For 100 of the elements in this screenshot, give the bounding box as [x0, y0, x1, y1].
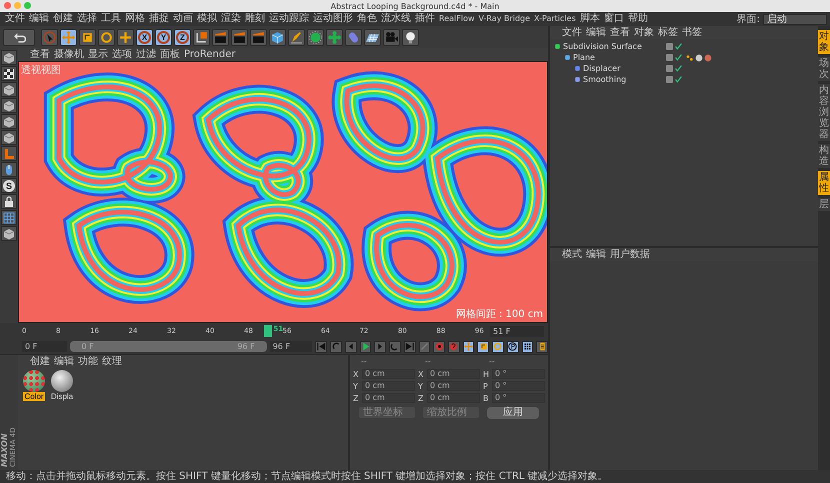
tool-button[interactable]: [1, 66, 17, 81]
object-row[interactable]: Smoothing: [550, 74, 818, 85]
menu-item[interactable]: 脚本: [578, 13, 602, 25]
object-row[interactable]: Plane: [550, 52, 818, 63]
coordinate-field[interactable]: 0 °: [492, 393, 545, 403]
menu-item[interactable]: 工具: [99, 13, 123, 25]
playback-button[interactable]: [477, 340, 490, 352]
side-tab[interactable]: 构造: [818, 144, 830, 168]
side-tab[interactable]: 层: [818, 198, 830, 211]
menu-item[interactable]: 查看: [28, 48, 52, 60]
menu-item[interactable]: 雕刻: [243, 13, 267, 25]
tool-button[interactable]: [212, 28, 229, 46]
menu-item[interactable]: 角色: [355, 13, 379, 25]
menu-item[interactable]: 编辑: [584, 248, 608, 260]
tool-button[interactable]: [250, 28, 267, 46]
tool-button[interactable]: [1, 130, 17, 145]
coordinate-field[interactable]: 0 °: [492, 381, 545, 391]
coordinate-field[interactable]: 0 cm: [362, 393, 415, 403]
layout-dropdown[interactable]: 启动: [763, 14, 827, 24]
current-frame-field[interactable]: 51 F: [490, 326, 544, 336]
playback-button[interactable]: [536, 340, 548, 352]
menu-item[interactable]: 编辑: [27, 13, 51, 25]
checkmark-icon[interactable]: [675, 76, 682, 83]
menu-item[interactable]: 查看: [608, 26, 632, 38]
object-row[interactable]: Displacer: [550, 63, 818, 74]
menu-item[interactable]: 书签: [680, 26, 704, 38]
menu-item[interactable]: 摄像机: [52, 48, 86, 60]
checkmark-icon[interactable]: [675, 43, 682, 50]
menu-item[interactable]: 帮助: [626, 13, 650, 25]
menu-item[interactable]: 功能: [76, 356, 100, 368]
menu-item[interactable]: 面板: [158, 48, 182, 60]
menu-item[interactable]: 纹理: [100, 356, 124, 368]
coordinate-field[interactable]: 0 cm: [427, 381, 480, 391]
playback-button[interactable]: [506, 340, 519, 352]
side-tab[interactable]: 场次: [818, 57, 830, 81]
tool-button[interactable]: [402, 28, 419, 46]
menu-item[interactable]: 编辑: [584, 26, 608, 38]
axis-button[interactable]: Z: [174, 28, 191, 46]
axis-button[interactable]: X: [136, 28, 153, 46]
tool-button[interactable]: [1, 194, 17, 209]
tool-button[interactable]: [193, 28, 210, 46]
menu-item[interactable]: RealFlow: [437, 13, 477, 25]
tool-button[interactable]: [1, 82, 17, 97]
tool-button[interactable]: [288, 28, 305, 46]
coordinate-field[interactable]: 0 cm: [362, 369, 415, 379]
menu-item[interactable]: 窗口: [602, 13, 626, 25]
coordinate-field[interactable]: 0 cm: [427, 369, 480, 379]
checkmark-icon[interactable]: [675, 54, 682, 61]
tool-button[interactable]: [117, 28, 134, 46]
menu-item[interactable]: 文件: [3, 13, 27, 25]
menu-item[interactable]: 运动图形: [311, 13, 355, 25]
playback-button[interactable]: [492, 340, 504, 352]
menu-item[interactable]: 捕捉: [147, 13, 171, 25]
menu-item[interactable]: 渲染: [219, 13, 243, 25]
end-frame-field[interactable]: 96 F: [270, 341, 312, 352]
menu-item[interactable]: 对象: [632, 26, 656, 38]
playback-button[interactable]: [433, 340, 445, 352]
menu-item[interactable]: 编辑: [52, 356, 76, 368]
menu-item[interactable]: 网格: [123, 13, 147, 25]
menu-item[interactable]: 选择: [75, 13, 99, 25]
object-row[interactable]: Subdivision Surface: [550, 41, 818, 52]
menu-item[interactable]: 运动跟踪: [267, 13, 311, 25]
menu-item[interactable]: V-Ray Bridge: [476, 13, 532, 25]
playback-button[interactable]: [522, 340, 534, 352]
menu-item[interactable]: 过滤: [134, 48, 158, 60]
playback-button[interactable]: [360, 340, 372, 352]
menu-item[interactable]: 插件: [413, 13, 437, 25]
tool-button[interactable]: [364, 28, 381, 46]
tool-button[interactable]: [231, 28, 248, 46]
axis-button[interactable]: Y: [155, 28, 172, 46]
side-tab[interactable]: 对象: [818, 30, 830, 54]
menu-item[interactable]: 流水线: [379, 13, 413, 25]
menu-item[interactable]: 标签: [656, 26, 680, 38]
menu-item[interactable]: 创建: [28, 356, 52, 368]
apply-button[interactable]: 应用: [487, 407, 539, 419]
tool-button[interactable]: [1, 114, 17, 129]
menu-item[interactable]: 选项: [110, 48, 134, 60]
menu-item[interactable]: ProRender: [182, 48, 238, 60]
playback-button[interactable]: [462, 340, 474, 352]
coordinate-field[interactable]: 0 cm: [427, 393, 480, 403]
checkmark-icon[interactable]: [675, 65, 682, 72]
tool-button[interactable]: [1, 226, 17, 241]
tool-button[interactable]: [98, 28, 115, 46]
menu-item[interactable]: 模式: [560, 248, 584, 260]
menu-item[interactable]: 创建: [51, 13, 75, 25]
menu-item[interactable]: 模拟: [195, 13, 219, 25]
coordinate-field[interactable]: 0 cm: [362, 381, 415, 391]
coordinate-field[interactable]: 0 °: [492, 369, 545, 379]
tool-button[interactable]: [3, 28, 35, 46]
tool-button[interactable]: [60, 28, 77, 46]
tool-button[interactable]: [1, 50, 17, 65]
menu-item[interactable]: 文件: [560, 26, 584, 38]
tool-button[interactable]: [79, 28, 96, 46]
tool-button[interactable]: [269, 28, 286, 46]
menu-item[interactable]: 动画: [171, 13, 195, 25]
playhead[interactable]: [264, 325, 272, 337]
start-frame-field[interactable]: 0 F: [22, 341, 67, 352]
menu-item[interactable]: 用户数据: [608, 248, 652, 260]
tool-button[interactable]: S: [1, 178, 17, 193]
tool-button[interactable]: [1, 98, 17, 113]
